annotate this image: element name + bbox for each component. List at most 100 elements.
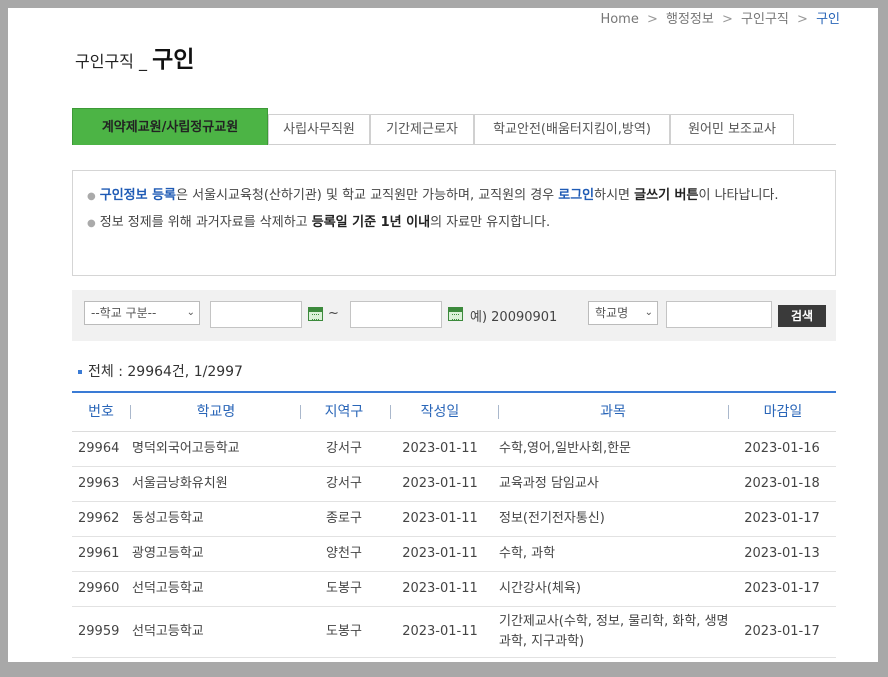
header-divider [130, 405, 131, 419]
table-row[interactable]: 29960 선덕고등학교 도봉구 2023-01-11 시간강사(체육) 202… [72, 572, 836, 607]
notice-text: 이 나타납니다. [698, 188, 779, 203]
breadcrumb-separator: > [797, 12, 808, 27]
cell-subject: 교육과정 담임교사 [499, 476, 599, 491]
cell-deadline: 2023-01-17 [744, 511, 820, 526]
cell-number: 29962 [78, 511, 120, 526]
cell-posted-date: 2023-01-11 [402, 441, 478, 456]
cell-deadline: 2023-01-13 [744, 546, 820, 561]
cell-subject: 수학, 과학 [499, 546, 556, 561]
cell-district: 강서구 [326, 441, 362, 456]
cell-subject: 정보(전기전자통신) [499, 511, 605, 526]
cell-school-link[interactable]: 선덕고등학교 [132, 607, 302, 657]
notice-line-2: ● 정보 정제를 위해 과거자료를 삭제하고 등록일 기준 1년 이내의 자료만 … [87, 212, 813, 235]
header-district: 지역구 [324, 404, 364, 420]
cell-number: 29961 [78, 546, 120, 561]
total-count: 전체 : 29964건, 1/2997 [78, 361, 243, 381]
cell-number: 29960 [78, 581, 120, 596]
cell-deadline: 2023-01-18 [744, 476, 820, 491]
cell-school-link[interactable]: 선덕고등학교 [132, 572, 302, 606]
table-row[interactable]: 29964 명덕외국어고등학교 강서구 2023-01-11 수학,영어,일반사… [72, 432, 836, 467]
school-type-select[interactable]: --학교 구분-- ⌄ [84, 301, 200, 325]
cell-number: 29963 [78, 476, 120, 491]
search-field-selected: 학교명 [595, 306, 629, 320]
table-header: 번호 학교명 지역구 작성일 과목 마감일 [72, 393, 836, 432]
breadcrumb-separator: > [646, 12, 658, 27]
cell-subject: 수학,영어,일반사회,한문 [499, 441, 631, 456]
total-count-text: 전체 : 29964건, 1/2997 [88, 364, 243, 380]
table-row[interactable]: 29963 서울금낭화유치원 강서구 2023-01-11 교육과정 담임교사 … [72, 467, 836, 502]
page-title: 구인구직 _ 구인 [75, 40, 194, 74]
cell-school-link[interactable]: 명덕외국어고등학교 [132, 432, 302, 466]
page-frame: Home > 행정정보 > 구인구직 > 구인 구인구직 _ 구인 계약제교원/… [8, 8, 878, 662]
cell-school-link[interactable]: 광영고등학교 [132, 537, 302, 571]
cell-subject: 시간강사(체육) [499, 581, 581, 596]
calendar-icon[interactable] [448, 307, 463, 321]
notice-text: 정보 정제를 위해 과거자료를 삭제하고 [99, 215, 312, 230]
tab-contract-teacher[interactable]: 계약제교원/사립정규교원 [72, 108, 268, 145]
notice-text: 은 서울시교육청(산하기관) 및 학교 교직원만 가능하며, 교직원의 경우 [176, 188, 559, 203]
tab-private-staff[interactable]: 사립사무직원 [268, 114, 370, 144]
cell-posted-date: 2023-01-11 [402, 624, 478, 639]
search-field-select[interactable]: 학교명 ⌄ [588, 301, 658, 325]
header-school: 학교명 [196, 404, 236, 420]
cell-district: 도봉구 [326, 581, 362, 596]
notice-box: ● 구인정보 등록은 서울시교육청(산하기관) 및 학교 교직원만 가능하며, 교… [72, 170, 836, 276]
table-row[interactable]: 29959 선덕고등학교 도봉구 2023-01-11 기간제교사(수학, 정보… [72, 607, 836, 658]
cell-deadline: 2023-01-16 [744, 441, 820, 456]
notice-text: 의 자료만 유지합니다. [430, 215, 551, 230]
cell-school-link[interactable]: 동성고등학교 [132, 502, 302, 536]
tab-fixed-term-worker[interactable]: 기간제근로자 [370, 114, 474, 144]
keyword-input[interactable] [666, 301, 772, 328]
search-button[interactable]: 검색 [778, 305, 826, 327]
cell-district: 도봉구 [326, 624, 362, 639]
header-divider [300, 405, 301, 419]
header-divider [390, 405, 391, 419]
cell-posted-date: 2023-01-11 [402, 476, 478, 491]
cell-subject: 기간제교사(수학, 정보, 물리학, 화학, 생명과학, 지구과학) [499, 614, 729, 649]
cell-deadline: 2023-01-17 [744, 624, 820, 639]
breadcrumb-home[interactable]: Home [600, 12, 638, 27]
date-from-input[interactable] [210, 301, 302, 328]
breadcrumb-job-board[interactable]: 구인구직 [741, 12, 789, 27]
table-row[interactable]: 29962 동성고등학교 종로구 2023-01-11 정보(전기전자통신) 2… [72, 502, 836, 537]
notice-line-1: ● 구인정보 등록은 서울시교육청(산하기관) 및 학교 교직원만 가능하며, 교… [87, 185, 813, 208]
header-number: 번호 [88, 404, 114, 420]
bullet-icon: ● [87, 191, 96, 202]
table-row[interactable]: 29961 광영고등학교 양천구 2023-01-11 수학, 과학 2023-… [72, 537, 836, 572]
page-title-prefix: 구인구직 _ [75, 52, 147, 71]
cell-posted-date: 2023-01-11 [402, 546, 478, 561]
chevron-down-icon: ⌄ [186, 307, 195, 318]
search-bar: --학교 구분-- ⌄ ~ 예) 20090901 학교명 ⌄ 검색 [72, 290, 836, 341]
cell-district: 종로구 [326, 511, 362, 526]
cell-district: 강서구 [326, 476, 362, 491]
cell-school-link[interactable]: 서울금낭화유치원 [132, 467, 302, 501]
cell-district: 양천구 [326, 546, 362, 561]
notice-period-highlight: 등록일 기준 1년 이내 [311, 215, 431, 230]
date-range-separator: ~ [328, 306, 339, 321]
header-divider [498, 405, 499, 419]
date-format-hint: 예) 20090901 [470, 310, 558, 325]
job-posting-table: 번호 학교명 지역구 작성일 과목 마감일 29964 명덕외국어고등학교 강서… [72, 391, 836, 658]
notice-login-link[interactable]: 로그인 [558, 188, 594, 203]
calendar-icon[interactable] [308, 307, 323, 321]
breadcrumb-current: 구인 [816, 12, 840, 27]
notice-write-highlight: 글쓰기 버튼 [634, 188, 699, 203]
tab-native-assistant[interactable]: 원어민 보조교사 [670, 114, 794, 144]
page-title-main: 구인 [152, 47, 195, 73]
header-posted-date: 작성일 [420, 404, 460, 420]
cell-posted-date: 2023-01-11 [402, 511, 478, 526]
header-divider [728, 405, 729, 419]
tab-school-safety[interactable]: 학교안전(배움터지킴이,방역) [474, 114, 670, 144]
breadcrumb: Home > 행정정보 > 구인구직 > 구인 [600, 8, 840, 27]
breadcrumb-admin-info[interactable]: 행정정보 [666, 12, 714, 27]
date-to-input[interactable] [350, 301, 442, 328]
notice-register-highlight: 구인정보 등록 [99, 188, 177, 203]
notice-text: 하시면 [594, 188, 635, 203]
header-subject: 과목 [600, 404, 626, 420]
breadcrumb-separator: > [722, 12, 733, 27]
chevron-down-icon: ⌄ [644, 307, 653, 318]
cell-posted-date: 2023-01-11 [402, 581, 478, 596]
school-type-selected: --학교 구분-- [91, 306, 157, 320]
cell-number: 29959 [78, 624, 120, 639]
category-tabs: 계약제교원/사립정규교원 사립사무직원 기간제근로자 학교안전(배움터지킴이,방… [72, 108, 836, 145]
